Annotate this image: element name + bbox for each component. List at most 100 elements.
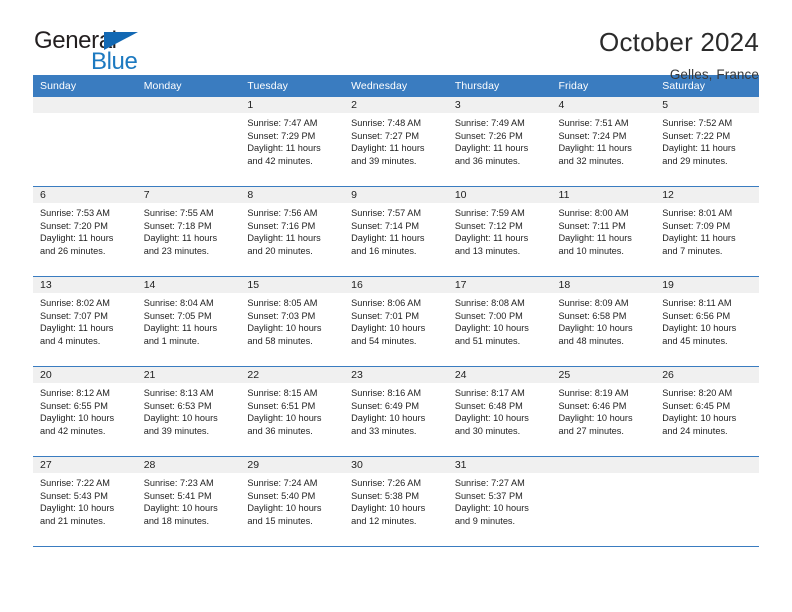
day-number: 11: [551, 187, 656, 203]
calendar-week-row: 27 Sunrise: 7:22 AM Sunset: 5:43 PM Dayligh…: [33, 456, 759, 547]
day-details: Sunrise: 7:51 AM Sunset: 7:24 PM Daylight:…: [552, 113, 656, 167]
calendar-day-cell[interactable]: 2 Sunrise: 7:48 AM Sunset: 7:27 PM Daylight…: [344, 97, 448, 187]
daylight-text-line1: Daylight: 11 hours: [454, 143, 529, 154]
daylight-text-line1: Daylight: 10 hours: [558, 413, 633, 424]
calendar-day-cell[interactable]: 18 Sunrise: 8:09 AM Sunset: 6:58 PM Dayligh…: [551, 276, 656, 367]
calendar-day-cell[interactable]: 9 Sunrise: 7:57 AM Sunset: 7:14 PM Daylight…: [344, 186, 448, 277]
sunset-text: Sunset: 7:12 PM: [454, 220, 523, 231]
calendar-day-cell[interactable]: 12 Sunrise: 8:01 AM Sunset: 7:09 PM Dayligh…: [655, 186, 759, 277]
calendar-day-cell[interactable]: 25 Sunrise: 8:19 AM Sunset: 6:46 PM Dayligh…: [551, 366, 656, 457]
calendar-day-cell[interactable]: 15 Sunrise: 8:05 AM Sunset: 7:03 PM Dayligh…: [240, 276, 345, 367]
calendar-day-cell[interactable]: 17 Sunrise: 8:08 AM Sunset: 7:00 PM Dayligh…: [447, 276, 552, 367]
daylight-text-line1: Daylight: 11 hours: [558, 143, 632, 154]
calendar-day-cell[interactable]: 28 Sunrise: 7:23 AM Sunset: 5:41 PM Dayligh…: [136, 456, 241, 547]
daylight-text-line2: and 33 minutes.: [351, 425, 417, 436]
sunrise-text: Sunrise: 8:06 AM: [351, 298, 422, 308]
day-number: 21: [136, 367, 241, 383]
calendar-day-cell[interactable]: 30 Sunrise: 7:26 AM Sunset: 5:38 PM Dayligh…: [344, 456, 448, 547]
sunset-text: Sunset: 7:24 PM: [558, 130, 627, 141]
sunrise-text: Sunrise: 8:08 AM: [454, 298, 525, 308]
sunrise-text: Sunrise: 8:05 AM: [247, 298, 318, 308]
day-number: 5: [655, 97, 759, 113]
day-details: Sunrise: 7:23 AM Sunset: 5:41 PM Daylight:…: [137, 473, 241, 527]
day-cell-inner: 17 Sunrise: 8:08 AM Sunset: 7:00 PM Dayligh…: [447, 277, 552, 366]
sunrise-text: Sunrise: 7:24 AM: [247, 478, 318, 488]
calendar-week-row: 20 Sunrise: 8:12 AM Sunset: 6:55 PM Dayligh…: [33, 366, 759, 457]
sunset-text: Sunset: 6:48 PM: [454, 400, 523, 411]
calendar-day-cell[interactable]: 14 Sunrise: 8:04 AM Sunset: 7:05 PM Dayligh…: [136, 276, 241, 367]
day-number: 20: [33, 367, 137, 383]
calendar-day-cell[interactable]: 24 Sunrise: 8:17 AM Sunset: 6:48 PM Dayligh…: [447, 366, 552, 457]
day-number: 25: [551, 367, 656, 383]
sunset-text: Sunset: 6:55 PM: [40, 400, 108, 411]
sunrise-text: Sunrise: 8:15 AM: [247, 388, 318, 398]
calendar-day-cell[interactable]: 27 Sunrise: 7:22 AM Sunset: 5:43 PM Dayligh…: [33, 456, 137, 547]
calendar-day-cell[interactable]: 13 Sunrise: 8:02 AM Sunset: 7:07 PM Dayligh…: [33, 276, 137, 367]
day-cell-inner: 18 Sunrise: 8:09 AM Sunset: 6:58 PM Dayligh…: [551, 277, 656, 366]
day-details: Sunrise: 8:06 AM Sunset: 7:01 PM Daylight:…: [344, 293, 448, 347]
sunset-text: Sunset: 6:53 PM: [143, 400, 212, 411]
day-details: Sunrise: 8:17 AM Sunset: 6:48 PM Daylight:…: [448, 383, 552, 437]
sunrise-text: Sunrise: 8:20 AM: [662, 388, 733, 398]
calendar-day-cell[interactable]: 4 Sunrise: 7:51 AM Sunset: 7:24 PM Daylight…: [551, 97, 656, 187]
weekday-header-tuesday: Tuesday: [240, 75, 345, 97]
sunrise-text: Sunrise: 7:26 AM: [351, 478, 422, 488]
daylight-text-line1: Daylight: 11 hours: [40, 233, 114, 244]
sunrise-text: Sunrise: 8:01 AM: [662, 208, 733, 218]
day-cell-inner: 14 Sunrise: 8:04 AM Sunset: 7:05 PM Dayligh…: [136, 277, 241, 366]
daylight-text-line1: Daylight: 10 hours: [454, 503, 529, 514]
sunrise-text: Sunrise: 8:11 AM: [662, 298, 732, 308]
calendar-day-cell[interactable]: 26 Sunrise: 8:20 AM Sunset: 6:45 PM Dayligh…: [655, 366, 759, 457]
sunset-text: Sunset: 7:03 PM: [247, 310, 316, 321]
daylight-text-line1: Daylight: 10 hours: [247, 503, 322, 514]
calendar-day-cell[interactable]: 31 Sunrise: 7:27 AM Sunset: 5:37 PM Dayligh…: [447, 456, 552, 547]
day-cell-inner: 4 Sunrise: 7:51 AM Sunset: 7:24 PM Daylight…: [551, 97, 656, 186]
day-cell-inner: 5 Sunrise: 7:52 AM Sunset: 7:22 PM Daylight…: [655, 97, 759, 186]
day-details: Sunrise: 7:47 AM Sunset: 7:29 PM Daylight:…: [240, 113, 344, 167]
calendar-day-cell[interactable]: 29 Sunrise: 7:24 AM Sunset: 5:40 PM Dayligh…: [240, 456, 345, 547]
general-blue-logo[interactable]: General Blue: [33, 27, 183, 75]
calendar-day-cell[interactable]: 22 Sunrise: 8:15 AM Sunset: 6:51 PM Dayligh…: [240, 366, 345, 457]
daylight-text-line1: Daylight: 10 hours: [558, 323, 633, 334]
day-details: Sunrise: 8:01 AM Sunset: 7:09 PM Daylight:…: [655, 203, 759, 257]
day-cell-inner: 9 Sunrise: 7:57 AM Sunset: 7:14 PM Daylight…: [344, 187, 448, 276]
sunset-text: Sunset: 6:51 PM: [247, 400, 316, 411]
day-cell-inner: 29 Sunrise: 7:24 AM Sunset: 5:40 PM Dayligh…: [240, 457, 345, 546]
calendar-day-cell[interactable]: 6 Sunrise: 7:53 AM Sunset: 7:20 PM Daylight…: [33, 186, 137, 277]
calendar-day-cell[interactable]: 11 Sunrise: 8:00 AM Sunset: 7:11 PM Dayligh…: [551, 186, 656, 277]
day-details: Sunrise: 8:13 AM Sunset: 6:53 PM Daylight:…: [137, 383, 241, 437]
sunset-text: Sunset: 7:18 PM: [143, 220, 212, 231]
calendar-day-cell[interactable]: 23 Sunrise: 8:16 AM Sunset: 6:49 PM Dayligh…: [344, 366, 448, 457]
day-details: Sunrise: 7:52 AM Sunset: 7:22 PM Daylight:…: [655, 113, 759, 167]
day-number: [33, 97, 137, 113]
calendar-table: Sunday Monday Tuesday Wednesday Thursday…: [33, 75, 759, 547]
sunset-text: Sunset: 5:37 PM: [454, 490, 523, 501]
day-number: 10: [447, 187, 552, 203]
calendar-day-cell[interactable]: 8 Sunrise: 7:56 AM Sunset: 7:16 PM Daylight…: [240, 186, 345, 277]
sunrise-text: Sunrise: 8:16 AM: [351, 388, 422, 398]
daylight-text-line2: and 30 minutes.: [454, 425, 521, 436]
daylight-text-line2: and 24 minutes.: [662, 425, 728, 436]
day-cell-inner: 11 Sunrise: 8:00 AM Sunset: 7:11 PM Dayligh…: [551, 187, 656, 276]
sunrise-text: Sunrise: 7:59 AM: [454, 208, 525, 218]
daylight-text-line2: and 27 minutes.: [558, 425, 624, 436]
daylight-text-line2: and 12 minutes.: [351, 515, 417, 526]
weekday-header-monday: Monday: [136, 75, 241, 97]
calendar-day-cell[interactable]: 21 Sunrise: 8:13 AM Sunset: 6:53 PM Dayligh…: [136, 366, 241, 457]
calendar-week-row: 13 Sunrise: 8:02 AM Sunset: 7:07 PM Dayligh…: [33, 276, 759, 367]
calendar-day-cell[interactable]: 3 Sunrise: 7:49 AM Sunset: 7:26 PM Daylight…: [447, 97, 552, 187]
sunrise-text: Sunrise: 8:13 AM: [143, 388, 214, 398]
daylight-text-line1: Daylight: 11 hours: [454, 233, 529, 244]
calendar-day-cell[interactable]: 19 Sunrise: 8:11 AM Sunset: 6:56 PM Dayligh…: [655, 276, 759, 367]
calendar-day-cell[interactable]: 10 Sunrise: 7:59 AM Sunset: 7:12 PM Dayligh…: [447, 186, 552, 277]
calendar-day-cell[interactable]: 5 Sunrise: 7:52 AM Sunset: 7:22 PM Daylight…: [655, 97, 759, 187]
calendar-day-cell[interactable]: 1 Sunrise: 7:47 AM Sunset: 7:29 PM Daylight…: [240, 97, 345, 187]
day-details: Sunrise: 7:57 AM Sunset: 7:14 PM Daylight:…: [344, 203, 448, 257]
day-details: Sunrise: 8:19 AM Sunset: 6:46 PM Daylight:…: [552, 383, 656, 437]
calendar-day-cell[interactable]: 20 Sunrise: 8:12 AM Sunset: 6:55 PM Dayligh…: [33, 366, 137, 457]
calendar-day-cell[interactable]: 7 Sunrise: 7:55 AM Sunset: 7:18 PM Daylight…: [136, 186, 241, 277]
calendar-day-cell[interactable]: 16 Sunrise: 8:06 AM Sunset: 7:01 PM Dayligh…: [344, 276, 448, 367]
day-number: 1: [240, 97, 345, 113]
day-number: 7: [136, 187, 241, 203]
daylight-text-line1: Daylight: 10 hours: [454, 323, 529, 334]
